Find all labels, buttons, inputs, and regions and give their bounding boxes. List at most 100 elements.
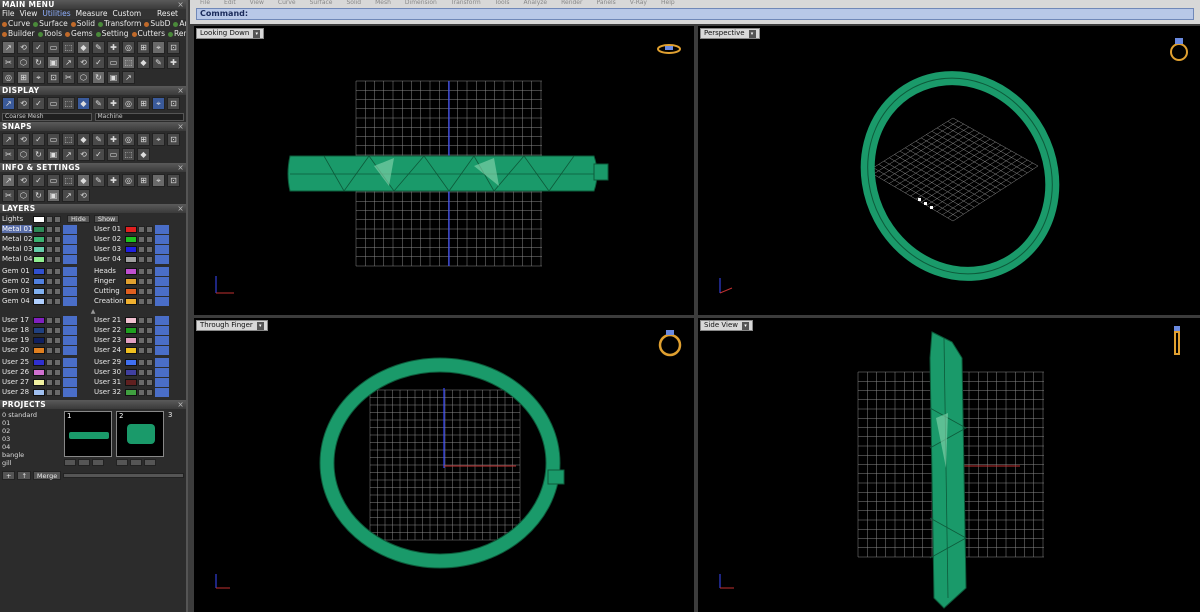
tool-icon[interactable]: ⌖ [152, 133, 165, 146]
layer-select-button[interactable] [63, 286, 77, 296]
tool-icon[interactable]: ▣ [47, 148, 60, 161]
lock-icon[interactable] [138, 358, 145, 366]
viewport-top-left[interactable]: Looking Down ▾ [194, 26, 694, 315]
visible-icon[interactable] [54, 245, 61, 253]
visible-icon[interactable] [54, 267, 61, 275]
layer-select-button[interactable] [155, 244, 169, 254]
thumb-button[interactable] [78, 459, 90, 466]
lock-icon[interactable] [138, 388, 145, 396]
layer-select-button[interactable] [155, 357, 169, 367]
tool-icon[interactable]: ✂ [2, 56, 15, 69]
layer-name[interactable]: Creation [94, 297, 124, 305]
tool-icon[interactable]: ⟲ [77, 189, 90, 202]
layer-select-button[interactable] [63, 325, 77, 335]
expand-separator[interactable]: ▲ [2, 308, 184, 315]
tool-icon[interactable]: ✎ [92, 97, 105, 110]
category-curve[interactable]: Curve [2, 19, 30, 29]
tool-icon[interactable]: ✓ [32, 41, 45, 54]
layer-color-swatch[interactable] [33, 235, 45, 243]
tool-icon[interactable]: ⟲ [77, 148, 90, 161]
main-menu-utilities[interactable]: Utilities [42, 9, 70, 19]
lock-icon[interactable] [46, 287, 53, 295]
visible-icon[interactable] [146, 378, 153, 386]
tool-icon[interactable]: ◎ [122, 174, 135, 187]
layer-color-swatch[interactable] [125, 225, 137, 233]
layer-color-swatch[interactable] [33, 316, 45, 324]
tool-icon[interactable]: ⟲ [17, 133, 30, 146]
tool-icon[interactable]: ✂ [62, 71, 75, 84]
layer-name[interactable]: User 03 [94, 245, 124, 253]
close-icon[interactable]: × [177, 0, 184, 9]
layer-color-swatch[interactable] [125, 287, 137, 295]
tool-icon[interactable]: ↻ [32, 148, 45, 161]
tool-icon[interactable]: ▭ [47, 97, 60, 110]
layer-color-swatch[interactable] [33, 267, 45, 275]
tool-icon[interactable]: ◆ [77, 133, 90, 146]
visible-icon[interactable] [54, 358, 61, 366]
show-button[interactable]: Show [93, 215, 120, 223]
tool-icon[interactable]: ◆ [77, 97, 90, 110]
layer-select-button[interactable] [63, 367, 77, 377]
layer-color-swatch[interactable] [33, 277, 45, 285]
menu-panels[interactable]: Panels [596, 0, 615, 6]
tool-icon[interactable]: ✚ [107, 174, 120, 187]
tool-icon[interactable]: ⌖ [152, 97, 165, 110]
category-setting[interactable]: Setting [95, 29, 129, 39]
viewport-bottom-right[interactable]: Side View ▾ [698, 318, 1200, 612]
layer-select-button[interactable] [155, 276, 169, 286]
tool-icon[interactable]: ⌖ [152, 41, 165, 54]
visible-icon[interactable] [146, 297, 153, 305]
layer-name[interactable]: User 30 [94, 368, 124, 376]
layer-select-button[interactable] [63, 296, 77, 306]
layer-select-button[interactable] [155, 234, 169, 244]
viewport-tab[interactable]: Perspective ▾ [700, 28, 760, 39]
layer-color-swatch[interactable] [33, 326, 45, 334]
viewport-tab[interactable]: Looking Down ▾ [196, 28, 265, 39]
tool-icon[interactable]: ▭ [107, 148, 120, 161]
layer-select-button[interactable] [155, 286, 169, 296]
layer-select-button[interactable] [155, 345, 169, 355]
lock-icon[interactable] [46, 358, 53, 366]
layer-color-swatch[interactable] [125, 358, 137, 366]
command-line[interactable]: Command: [196, 8, 1194, 20]
viewport-top-right[interactable]: Perspective ▾ [698, 26, 1200, 315]
visible-icon[interactable] [146, 235, 153, 243]
tool-icon[interactable]: ✎ [152, 56, 165, 69]
merge-button[interactable]: Merge [32, 471, 62, 480]
tool-icon[interactable]: ↗ [122, 71, 135, 84]
tool-icon[interactable]: ⟲ [17, 97, 30, 110]
layer-name[interactable]: User 02 [94, 235, 124, 243]
layer-name[interactable]: User 04 [94, 255, 124, 263]
dropdown-icon[interactable]: ▾ [253, 29, 261, 38]
layer-select-button[interactable] [63, 387, 77, 397]
tool-icon[interactable]: ⊡ [167, 133, 180, 146]
layer-name[interactable]: User 21 [94, 316, 124, 324]
close-icon[interactable]: × [177, 86, 184, 95]
visible-icon[interactable] [146, 255, 153, 263]
visible-icon[interactable] [54, 225, 61, 233]
tool-icon[interactable]: ✂ [2, 189, 15, 202]
project-list-item[interactable]: 02 [2, 427, 60, 435]
visible-icon[interactable] [146, 277, 153, 285]
layer-select-button[interactable] [155, 325, 169, 335]
layer-color-swatch[interactable] [125, 267, 137, 275]
ring-view-icon[interactable] [1168, 34, 1190, 64]
layer-select-button[interactable] [63, 266, 77, 276]
tool-icon[interactable]: ↗ [2, 97, 15, 110]
tool-icon[interactable]: ▭ [107, 56, 120, 69]
menu-help[interactable]: Help [661, 0, 675, 6]
tool-icon[interactable]: ↗ [62, 56, 75, 69]
lock-icon[interactable] [46, 368, 53, 376]
tool-icon[interactable]: ↗ [62, 148, 75, 161]
menu-vray[interactable]: V-Ray [630, 0, 647, 6]
tool-icon[interactable]: ✓ [32, 174, 45, 187]
lock-icon[interactable] [46, 267, 53, 275]
layer-select-button[interactable] [63, 377, 77, 387]
layer-select-button[interactable] [63, 357, 77, 367]
thumb-button[interactable] [144, 459, 156, 466]
tool-icon[interactable]: ⊡ [167, 97, 180, 110]
tool-icon[interactable]: ✓ [92, 56, 105, 69]
layer-color-swatch[interactable] [125, 235, 137, 243]
layer-select-button[interactable] [155, 315, 169, 325]
layer-select-button[interactable] [63, 224, 77, 234]
